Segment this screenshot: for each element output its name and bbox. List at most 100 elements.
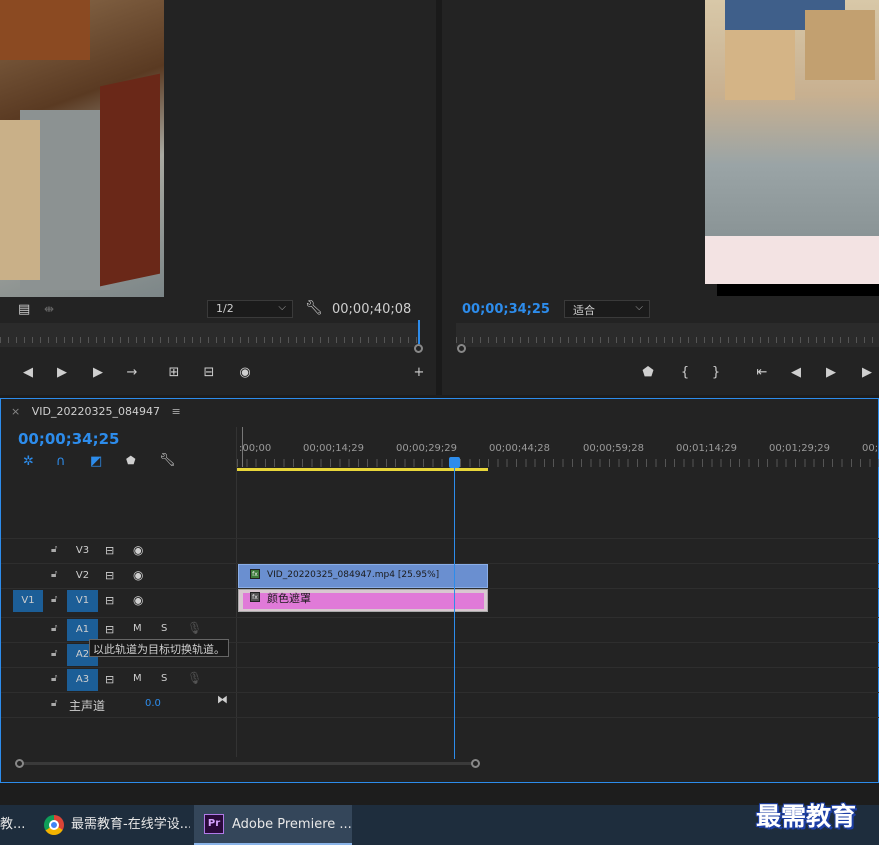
step-back-icon[interactable]: ◀︎ — [18, 365, 38, 380]
program-zoom-knob[interactable] — [457, 344, 466, 353]
track-target-v1[interactable]: V1 — [67, 590, 98, 612]
sync-lock-icon[interactable]: ⊟ — [105, 594, 114, 607]
play-icon[interactable]: ▶︎ — [821, 365, 841, 380]
program-color-matte — [705, 236, 879, 284]
snap-icon[interactable]: ∩ — [56, 454, 66, 469]
taskbar-item-partial[interactable]: 教... — [0, 805, 30, 845]
eye-icon[interactable]: ◉ — [133, 543, 143, 557]
play-icon[interactable]: ▶︎ — [52, 365, 72, 380]
taskbar-item-chrome[interactable]: 最需教育-在线学设... — [36, 805, 190, 845]
lock-icon[interactable]: 🔓︎ — [51, 673, 57, 684]
timeline-playhead-line[interactable] — [454, 459, 455, 759]
lock-icon[interactable]: 🔓︎ — [51, 544, 57, 555]
tooltip: 以此轨道为目标切换轨道。 — [89, 639, 229, 657]
add-marker-icon[interactable]: ⬟ — [638, 365, 658, 380]
lock-icon[interactable]: 🔓︎ — [51, 698, 57, 709]
track-v3: 🔓︎ V3 ⊟ ◉ — [1, 538, 879, 563]
mic-icon[interactable]: 🎙︎ — [187, 671, 202, 685]
source-timecode[interactable]: 00;00;40;08 — [332, 302, 411, 317]
source-zoom-value: 1/2 — [216, 302, 234, 315]
menu-icon[interactable]: ≡ — [171, 405, 180, 418]
export-frame-icon[interactable]: ◉ — [235, 365, 255, 380]
sequence-tab[interactable]: × VID_20220325_084947 ≡ — [11, 405, 181, 418]
film-icon[interactable]: ▤ — [18, 302, 30, 317]
solo-button[interactable]: S — [161, 623, 167, 634]
ruler-label: 00;00;44;28 — [489, 443, 551, 454]
source-zoom-select[interactable]: 1/2 ⌵ — [207, 300, 293, 318]
program-scrub-bar[interactable] — [456, 323, 879, 347]
scrollbar-track[interactable] — [19, 762, 474, 765]
mute-button[interactable]: M — [133, 673, 142, 684]
mark-out-icon[interactable]: } — [706, 365, 726, 380]
eye-icon[interactable]: ◉ — [133, 568, 143, 582]
fx-badge-icon: fx — [250, 592, 260, 602]
color-matte-clip[interactable]: fx 颜色遮罩 — [238, 589, 488, 612]
program-video-frame — [705, 0, 879, 236]
ruler-label: 00;01 — [862, 443, 879, 454]
ruler-label: 00;00;29;29 — [396, 443, 458, 454]
source-video-black — [164, 0, 436, 297]
video-clip-label: VID_20220325_084947.mp4 [25.95%] — [267, 570, 440, 580]
taskbar-item-premiere[interactable]: Pr Adobe Premiere ... — [194, 805, 352, 845]
mute-button[interactable]: M — [133, 623, 142, 634]
sync-lock-icon[interactable]: ⊟ — [105, 673, 114, 686]
wrench-icon[interactable]: 🔧︎ — [305, 300, 323, 316]
taskbar-premiere-label: Adobe Premiere ... — [232, 817, 352, 832]
program-black-bar — [717, 284, 879, 296]
add-button-icon[interactable]: + — [409, 365, 429, 380]
overwrite-icon[interactable]: ⊟ — [199, 365, 219, 380]
sync-lock-icon[interactable]: ⊟ — [105, 544, 114, 557]
lock-icon[interactable]: 🔓︎ — [51, 569, 57, 580]
drag-video-icon[interactable]: ⇼ — [44, 302, 54, 316]
track-target-v3[interactable]: V3 — [67, 540, 98, 562]
eye-icon[interactable]: ◉ — [133, 593, 143, 607]
solo-button[interactable]: S — [161, 673, 167, 684]
source-playhead[interactable] — [418, 320, 420, 344]
step-back-icon[interactable]: ◀︎ — [786, 365, 806, 380]
ruler-label: 00;01;29;29 — [769, 443, 831, 454]
scroll-start-knob[interactable] — [15, 759, 24, 768]
master-volume-value[interactable]: 0.0 — [145, 698, 161, 709]
nest-toggle-icon[interactable]: ✲ — [23, 454, 34, 469]
close-icon[interactable]: × — [11, 405, 20, 418]
time-ruler[interactable]: :00;00 00;00;14;29 00;00;29;29 00;00;44;… — [237, 427, 879, 471]
lock-icon[interactable]: 🔓︎ — [51, 594, 57, 605]
ruler-label: :00;00 — [239, 443, 272, 454]
source-scrub-bar[interactable] — [0, 323, 420, 347]
track-target-a1[interactable]: A1 — [67, 619, 98, 641]
timeline-timecode[interactable]: 00;00;34;25 — [18, 430, 120, 448]
linked-selection-icon[interactable]: ◩ — [90, 454, 102, 469]
lock-icon[interactable]: 🔓︎ — [51, 623, 57, 634]
timeline-playhead-handle[interactable] — [449, 457, 460, 468]
track-target-v2[interactable]: V2 — [67, 565, 98, 587]
lock-icon[interactable]: 🔓︎ — [51, 648, 57, 659]
go-to-in-icon[interactable]: ⇤ — [752, 365, 772, 380]
track-target-a3[interactable]: A3 — [67, 669, 98, 691]
work-area-bar[interactable] — [237, 468, 488, 471]
step-forward-icon[interactable]: ▶︎ — [88, 365, 108, 380]
video-clip[interactable]: fx VID_20220325_084947.mp4 [25.95%] — [238, 564, 488, 588]
track-master: 🔓︎ 主声道 0.0 ⧓ — [1, 692, 879, 717]
sequence-name: VID_20220325_084947 — [31, 405, 160, 418]
chevron-down-icon: ⌵ — [635, 302, 643, 313]
sync-lock-icon[interactable]: ⊟ — [105, 623, 114, 636]
wrench-icon[interactable]: 🔧︎ — [159, 453, 176, 468]
go-to-end-icon[interactable]: ⧓ — [217, 693, 228, 706]
go-to-out-icon[interactable]: → — [122, 365, 142, 380]
program-fit-select[interactable]: 适合 ⌵ — [564, 300, 650, 318]
program-timecode[interactable]: 00;00;34;25 — [462, 302, 550, 317]
source-patch-v1[interactable]: V1 — [13, 590, 43, 612]
mark-in-icon[interactable]: { — [675, 365, 695, 380]
timeline-scrollbar[interactable] — [11, 759, 481, 768]
sync-lock-icon[interactable]: ⊟ — [105, 569, 114, 582]
add-marker-icon[interactable]: ⬟ — [126, 454, 136, 467]
step-forward-icon[interactable]: ▶︎ — [857, 365, 877, 380]
mic-icon[interactable]: 🎙︎ — [187, 621, 202, 635]
chevron-down-icon: ⌵ — [278, 302, 286, 313]
source-zoom-knob[interactable] — [414, 344, 423, 353]
insert-icon[interactable]: ⊞ — [164, 365, 184, 380]
watermark-logo: 最需教育 — [756, 802, 857, 831]
premiere-icon: Pr — [204, 814, 224, 834]
taskbar-chrome-label: 最需教育-在线学设... — [71, 817, 190, 832]
scroll-end-knob[interactable] — [471, 759, 480, 768]
